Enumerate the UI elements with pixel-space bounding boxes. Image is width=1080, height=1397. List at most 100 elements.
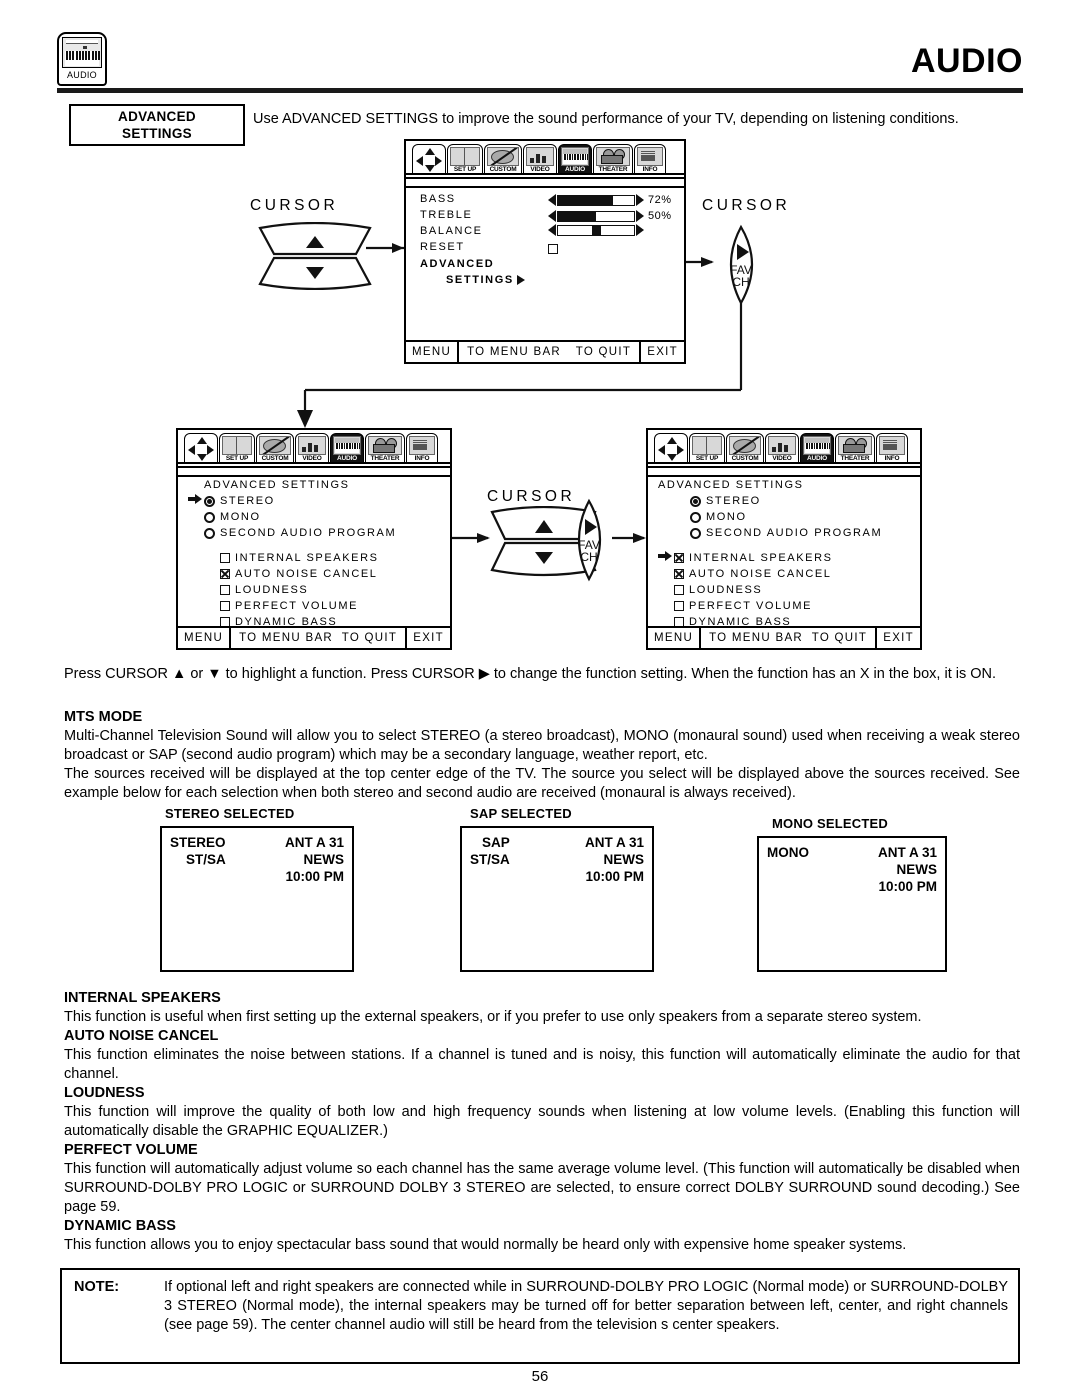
mts-option-mono[interactable]: MONO (674, 509, 920, 525)
audio-option-internal-speakers[interactable]: INTERNAL SPEAKERS (204, 550, 450, 566)
mts-mode-radio-group[interactable]: STEREO MONO SECOND AUDIO PROGRAM (658, 493, 920, 541)
audio-option-perfect-volume[interactable]: PERFECT VOLUME (204, 598, 450, 614)
badge-label: AUDIO (66, 70, 97, 80)
menu-tab-cursor-pad[interactable] (654, 433, 688, 464)
osd-menu-bar[interactable]: SET UP CUSTOM VIDEO AUDIO THEATER INFO (178, 430, 450, 477)
mts-option-second-audio-program[interactable]: SECOND AUDIO PROGRAM (188, 525, 450, 541)
mts-mode-radio-group[interactable]: STEREO MONO SECOND AUDIO PROGRAM (188, 493, 450, 541)
mts-option-mono[interactable]: MONO (188, 509, 450, 525)
osd-left-body: ADVANCED SETTINGS STEREO MONO SECOND AUDIO… (178, 468, 450, 630)
osd-screen-audio-main: SET UP CUSTOM VIDEO AUDIO THEATER INFO BASS 7… (404, 139, 686, 364)
option-label: STEREO (220, 495, 275, 507)
osd-menu-bar[interactable]: SET UP CUSTOM VIDEO AUDIO THEATER INFO (406, 141, 684, 188)
menu-tab-video[interactable]: VIDEO (765, 433, 799, 464)
menu-tab-info[interactable]: INFO (876, 433, 908, 464)
tv-example-box-stereo: STEREO ANT A 31 ST/SA NEWS 10:00 PM (160, 826, 354, 972)
osd-row-reset[interactable]: RESET (420, 239, 684, 256)
menu-tab-custom[interactable]: CUSTOM (484, 144, 522, 175)
menu-tab-video[interactable]: VIDEO (295, 433, 329, 464)
slider-left-arrow-icon[interactable] (548, 194, 556, 206)
cursor-fav-ch-control-middle[interactable]: FAV CH (562, 498, 616, 582)
slider-left-arrow-icon[interactable] (548, 224, 556, 236)
audio-option-auto-noise-cancel[interactable]: AUTO NOISE CANCEL (204, 566, 450, 582)
bass-slider[interactable]: 72% (548, 192, 672, 208)
osd-row-balance[interactable]: BALANCE (420, 223, 684, 239)
audio-option-perfect-volume[interactable]: PERFECT VOLUME (658, 598, 920, 614)
footer-menu[interactable]: MENU (178, 628, 229, 648)
osd-main-body: BASS 72% TREBLE 50% BALANCE RESET ADVANC… (406, 179, 684, 288)
slider-left-arrow-icon[interactable] (548, 210, 556, 222)
mts-option-stereo[interactable]: STEREO (188, 493, 450, 509)
checkbox[interactable] (674, 585, 684, 596)
slider-right-arrow-icon[interactable] (636, 210, 644, 222)
checkbox[interactable] (674, 569, 684, 580)
option-label: PERFECT VOLUME (235, 600, 359, 612)
treble-slider[interactable]: 50% (548, 208, 672, 224)
osd-label-treble: TREBLE (420, 209, 473, 221)
checkbox[interactable] (220, 553, 230, 564)
footer-menu[interactable]: MENU (648, 628, 699, 648)
radio-button[interactable] (204, 495, 215, 507)
footer-exit[interactable]: EXIT (407, 628, 450, 648)
cursor-right-fav-ch-control[interactable]: FAV CH (713, 224, 769, 306)
menu-tab-audio[interactable]: AUDIO (330, 433, 364, 464)
footer-exit[interactable]: EXIT (877, 628, 920, 648)
cursor-pad-icon (416, 147, 442, 172)
menu-tab-theater[interactable]: THEATER (593, 144, 633, 175)
internal-speakers-heading: INTERNAL SPEAKERS (64, 990, 221, 1006)
example-source-left-1: STEREO (170, 835, 226, 850)
checkbox[interactable] (220, 569, 230, 580)
audio-options-checkbox-group[interactable]: INTERNAL SPEAKERS AUTO NOISE CANCEL LOUDNE… (658, 550, 920, 630)
footer-exit[interactable]: EXIT (641, 342, 684, 362)
reset-checkbox[interactable] (548, 244, 558, 255)
mts-option-stereo[interactable]: STEREO (674, 493, 920, 509)
section-label-line1: ADVANCED (118, 109, 196, 124)
menu-tab-audio[interactable]: AUDIO (558, 144, 592, 175)
menu-tab-info[interactable]: INFO (634, 144, 666, 175)
menu-tab-theater[interactable]: THEATER (365, 433, 405, 464)
radio-button[interactable] (204, 527, 215, 539)
cursor-up-down-control-left[interactable] (256, 222, 374, 290)
menu-tab-theater[interactable]: THEATER (835, 433, 875, 464)
mts-option-second-audio-program[interactable]: SECOND AUDIO PROGRAM (674, 525, 920, 541)
osd-row-treble[interactable]: TREBLE 50% (420, 207, 684, 223)
audio-option-internal-speakers[interactable]: INTERNAL SPEAKERS (658, 550, 920, 566)
menu-tab-set-up[interactable]: SET UP (447, 144, 483, 175)
radio-button[interactable] (204, 511, 215, 523)
menu-tab-cursor-pad[interactable] (412, 144, 446, 175)
slider-right-arrow-icon[interactable] (636, 194, 644, 206)
radio-button[interactable] (690, 511, 701, 523)
checkbox[interactable] (220, 601, 230, 612)
audio-option-auto-noise-cancel[interactable]: AUTO NOISE CANCEL (658, 566, 920, 582)
osd-menu-bar[interactable]: SET UP CUSTOM VIDEO AUDIO THEATER INFO (648, 430, 920, 477)
osd-right-body: ADVANCED SETTINGS STEREO MONO SECOND AUDIO… (648, 468, 920, 630)
osd-row-bass[interactable]: BASS 72% (420, 191, 684, 207)
menu-tab-set-up[interactable]: SET UP (689, 433, 725, 464)
audio-options-checkbox-group[interactable]: INTERNAL SPEAKERS AUTO NOISE CANCEL LOUDNE… (188, 550, 450, 630)
radio-button[interactable] (690, 527, 701, 539)
radio-button[interactable] (690, 495, 701, 507)
menu-tab-custom[interactable]: CUSTOM (256, 433, 294, 464)
audio-option-loudness[interactable]: LOUDNESS (658, 582, 920, 598)
osd-row-advanced-settings-2[interactable]: SETTINGS (420, 272, 684, 288)
menu-tab-custom[interactable]: CUSTOM (726, 433, 764, 464)
menu-tab-video[interactable]: VIDEO (523, 144, 557, 175)
audio-option-loudness[interactable]: LOUDNESS (204, 582, 450, 598)
footer-to-quit: TO QUIT (341, 632, 398, 644)
slider-right-arrow-icon[interactable] (636, 224, 644, 236)
osd-label-settings: SETTINGS (446, 274, 514, 286)
checkbox[interactable] (674, 601, 684, 612)
osd-row-advanced-settings[interactable]: ADVANCED (420, 256, 684, 272)
menu-tab-cursor-pad[interactable] (184, 433, 218, 464)
example-caption-stereo: STEREO SELECTED (165, 806, 295, 821)
checkbox[interactable] (220, 585, 230, 596)
menu-tab-audio[interactable]: AUDIO (800, 433, 834, 464)
footer-menu[interactable]: MENU (406, 342, 457, 362)
example-source-left-2: ST/SA (186, 852, 226, 867)
option-label: AUTO NOISE CANCEL (235, 568, 378, 580)
menu-tab-set-up[interactable]: SET UP (219, 433, 255, 464)
submenu-arrow-icon (516, 275, 525, 286)
menu-tab-info[interactable]: INFO (406, 433, 438, 464)
checkbox[interactable] (674, 553, 684, 564)
balance-slider[interactable] (548, 224, 644, 236)
